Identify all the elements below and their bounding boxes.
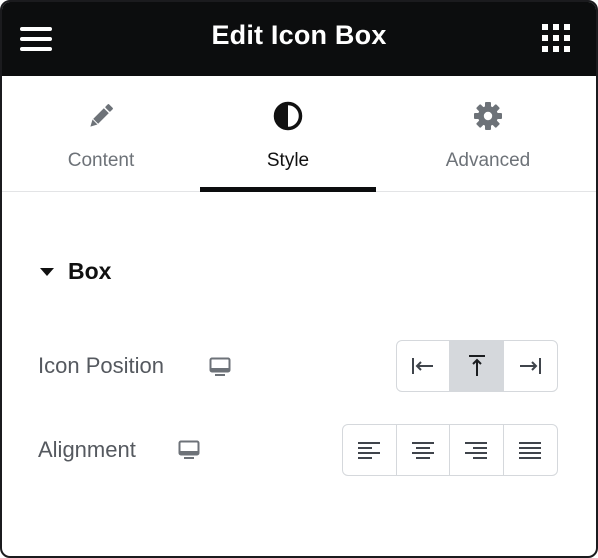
gear-icon (474, 102, 502, 130)
icon-position-label: Icon Position (38, 353, 164, 378)
tab-content[interactable]: Content (2, 76, 200, 191)
alignment-label: Alignment (38, 437, 136, 462)
desktop-icon[interactable] (209, 356, 231, 378)
grid-icon[interactable] (542, 24, 570, 52)
caret-down-icon (40, 268, 54, 276)
alignment-group (342, 424, 558, 476)
align-top-arrow-icon (468, 355, 485, 376)
tab-label: Style (266, 150, 310, 171)
align-center-button[interactable] (397, 425, 450, 475)
tab-label: Content (67, 150, 135, 171)
icon-position-left-button[interactable] (397, 341, 451, 391)
text-align-right-icon (465, 442, 488, 459)
half-circle-icon (273, 101, 303, 131)
pencil-icon (90, 104, 113, 127)
align-right-arrow-icon (520, 358, 542, 374)
align-justify-button[interactable] (504, 425, 558, 475)
desktop-icon[interactable] (178, 439, 200, 461)
section-title: Box (68, 258, 112, 284)
tab-bar: Content Style Advanced (2, 76, 596, 192)
text-align-center-icon (411, 442, 434, 459)
text-align-justify-icon (519, 442, 542, 459)
tab-label: Advanced (445, 150, 531, 171)
align-left-button[interactable] (343, 425, 397, 475)
panel-header: Edit Icon Box (2, 2, 596, 76)
panel-title: Edit Icon Box (211, 20, 387, 50)
icon-position-right-button[interactable] (504, 341, 557, 391)
align-left-arrow-icon (412, 358, 434, 374)
tab-advanced[interactable]: Advanced (376, 76, 596, 191)
tab-style[interactable]: Style (200, 76, 376, 192)
align-right-button[interactable] (450, 425, 504, 475)
icon-position-top-button[interactable] (450, 341, 504, 391)
text-align-left-icon (358, 442, 381, 459)
editor-panel: Edit Icon Box Content Style Advanced Box… (0, 0, 598, 558)
icon-position-group (396, 340, 558, 392)
